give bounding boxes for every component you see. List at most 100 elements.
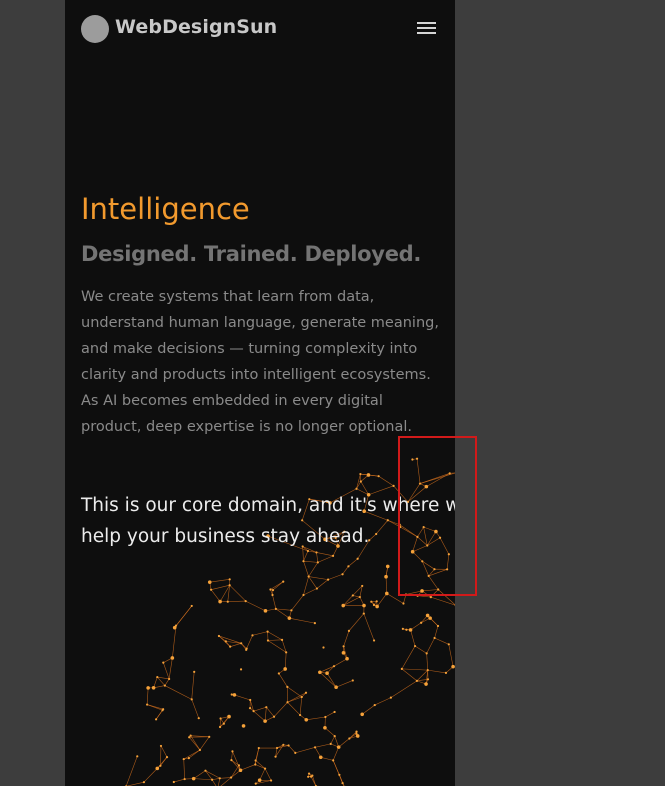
network-node [156, 675, 159, 679]
network-node [265, 706, 268, 709]
network-edge [426, 653, 429, 671]
network-node [389, 696, 392, 699]
network-node [218, 599, 222, 604]
network-edge [303, 560, 318, 563]
network-node [257, 778, 262, 782]
network-edge [303, 550, 309, 562]
logo-text[interactable]: WebDesignSun [115, 16, 277, 38]
network-edge [348, 558, 358, 567]
network-edge [401, 668, 418, 682]
network-node [415, 457, 419, 460]
network-node [360, 712, 364, 717]
network-node [230, 759, 233, 762]
network-node [324, 715, 327, 719]
network-node [362, 612, 365, 615]
network-node [245, 648, 248, 651]
network-node [286, 701, 289, 704]
network-node [161, 709, 164, 712]
hero-paragraph: We create systems that learn from data, … [81, 289, 439, 383]
network-node [172, 625, 177, 630]
network-node [437, 588, 440, 591]
network-node [272, 715, 276, 718]
network-node [207, 580, 212, 584]
network-edge [255, 764, 266, 769]
network-node [163, 684, 166, 687]
network-node [219, 717, 222, 720]
network-node [361, 584, 364, 588]
network-node [341, 573, 344, 576]
network-node [224, 640, 227, 643]
network-node [159, 744, 163, 748]
network-edge [191, 671, 195, 700]
network-edge [253, 706, 267, 712]
network-node [436, 624, 440, 628]
network-node [231, 750, 234, 753]
network-edge [319, 665, 335, 673]
network-edge [218, 635, 242, 644]
network-edge [315, 743, 331, 748]
network-edge [234, 694, 251, 701]
hamburger-menu-icon[interactable] [417, 22, 436, 36]
network-node [248, 707, 252, 710]
network-node [159, 764, 162, 767]
network-edge [217, 778, 221, 786]
network-node [342, 645, 345, 648]
network-node [336, 745, 341, 749]
network-node [447, 643, 450, 646]
network-node [228, 578, 231, 581]
network-edge [272, 581, 284, 591]
network-node [232, 693, 237, 697]
network-edge [267, 639, 283, 641]
network-edge [210, 589, 221, 602]
network-edge [270, 581, 284, 590]
network-node [405, 628, 408, 631]
network-edge [275, 608, 292, 611]
network-node [271, 588, 275, 592]
network-node [190, 604, 193, 608]
network-node [341, 782, 344, 785]
network-edge [172, 625, 177, 658]
network-node [287, 744, 290, 747]
network-node [351, 594, 354, 597]
network-node [146, 686, 150, 690]
network-node [222, 722, 225, 725]
network-edge [426, 637, 435, 654]
network-edge [287, 696, 302, 703]
mobile-viewport: WebDesignSun Intelligence Designed. Trai… [65, 0, 455, 786]
network-node [384, 575, 388, 578]
network-node [226, 600, 229, 603]
network-node [338, 773, 341, 776]
network-node [372, 603, 376, 607]
network-edge [230, 643, 242, 647]
network-node [311, 774, 314, 777]
network-node [154, 718, 158, 721]
network-node [277, 672, 280, 675]
network-edge [336, 680, 353, 688]
network-edge [168, 657, 173, 680]
network-edge [240, 643, 247, 651]
network-node [266, 630, 269, 633]
network-node [347, 629, 351, 632]
network-node [428, 616, 432, 620]
network-edge [255, 760, 266, 769]
network-edge [199, 736, 210, 751]
network-node [315, 587, 318, 590]
network-node [345, 656, 349, 661]
network-node [426, 669, 429, 672]
network-node [348, 737, 351, 740]
network-edge [275, 608, 290, 619]
network-edge [219, 777, 232, 779]
network-edge [328, 573, 343, 580]
logo-mark[interactable] [81, 15, 109, 43]
network-edge [174, 605, 192, 628]
network-edge [273, 702, 288, 717]
network-node [332, 665, 336, 668]
network-node [285, 651, 288, 654]
network-node [254, 759, 257, 762]
network-edge [333, 658, 348, 667]
network-edge [299, 696, 303, 716]
network-edge [303, 576, 309, 596]
site-header: WebDesignSun [65, 0, 455, 58]
network-node [329, 742, 332, 745]
network-node [372, 639, 376, 642]
